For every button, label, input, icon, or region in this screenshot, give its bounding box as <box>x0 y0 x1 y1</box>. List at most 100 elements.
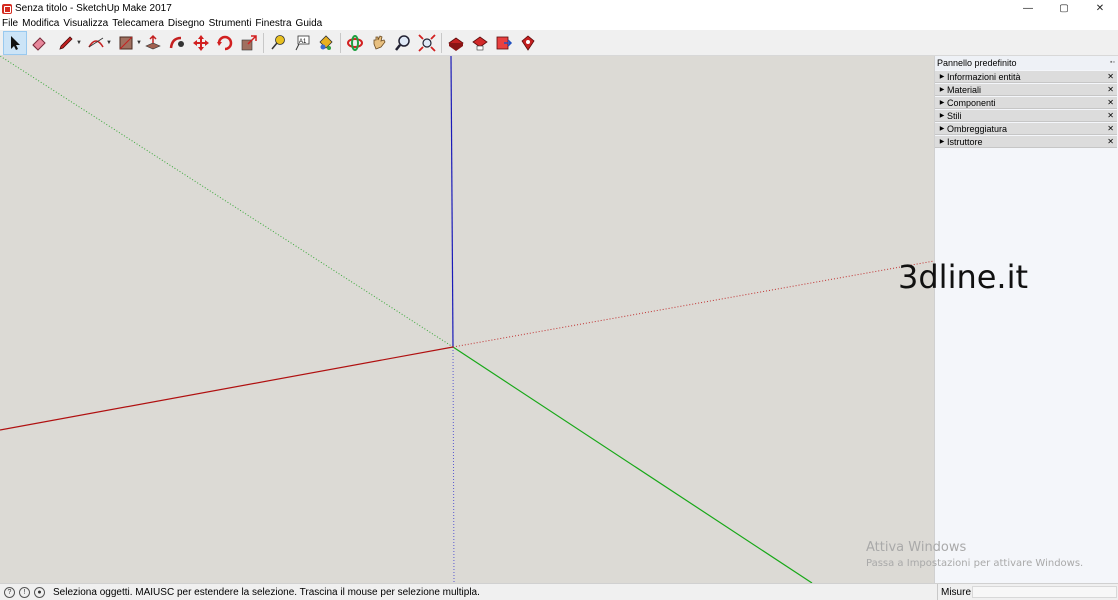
restore-button[interactable]: ▢ <box>1046 0 1082 17</box>
tray-item-instructor[interactable]: ▶ Istruttore ✕ <box>935 136 1117 148</box>
window-controls: — ▢ ✕ <box>1010 0 1118 17</box>
svg-text:A1: A1 <box>299 39 307 45</box>
extension-warehouse-icon <box>472 36 488 50</box>
user-icon[interactable]: ● <box>34 586 45 598</box>
shape-icon <box>119 36 133 49</box>
credits-icon[interactable]: ! <box>19 586 30 598</box>
3d-warehouse-button[interactable] <box>444 31 468 55</box>
tray-item-label: Materiali <box>947 84 982 95</box>
expand-arrow-icon: ▶ <box>939 139 945 145</box>
pin-icon[interactable]: ▪▫ <box>1110 56 1118 70</box>
toolbar-separator <box>441 32 442 53</box>
modeling-viewport[interactable] <box>0 56 934 583</box>
tray-item-label: Ombreggiatura <box>947 123 1008 134</box>
panel-title: Pannello predefinito <box>937 58 1017 68</box>
close-window-button[interactable]: ✕ <box>1082 0 1118 17</box>
zoom-extents-tool-button[interactable] <box>415 31 439 55</box>
menu-file[interactable]: File <box>2 17 18 30</box>
expand-arrow-icon: ▶ <box>939 87 945 93</box>
pan-icon <box>373 34 386 50</box>
pan-tool-button[interactable] <box>367 31 391 55</box>
close-icon[interactable]: ✕ <box>1107 123 1114 135</box>
tray-item-label: Componenti <box>947 97 996 108</box>
follow-me-tool-button[interactable] <box>165 31 189 55</box>
scale-tool-button[interactable] <box>237 31 261 55</box>
text-tool-button[interactable]: A1 <box>290 31 314 55</box>
paint-bucket-tool-button[interactable] <box>314 31 338 55</box>
sketchup-app-icon <box>2 3 12 14</box>
measurements-box: Misure <box>937 584 1118 600</box>
expand-arrow-icon: ▶ <box>939 74 945 80</box>
push-pull-tool-button[interactable] <box>141 31 165 55</box>
close-icon[interactable]: ✕ <box>1107 71 1114 83</box>
toolbar-separator <box>263 32 264 53</box>
select-tool-button[interactable] <box>3 30 27 55</box>
extension-warehouse-button[interactable] <box>468 31 492 55</box>
zoom-tool-button[interactable] <box>391 31 415 55</box>
close-icon[interactable]: ✕ <box>1107 97 1114 109</box>
default-tray-panel: Pannello predefinito ▪▫ ▶ Informazioni e… <box>934 56 1118 583</box>
menu-guida[interactable]: Guida <box>296 17 323 30</box>
brand-watermark: 3dline.it <box>898 258 1029 296</box>
shape-tool-button[interactable]: ▼ <box>111 31 142 55</box>
tray-item-materials[interactable]: ▶ Materiali ✕ <box>935 84 1117 96</box>
minimize-button[interactable]: — <box>1010 0 1046 17</box>
tray-item-entity-info[interactable]: ▶ Informazioni entità ✕ <box>935 71 1117 83</box>
select-icon <box>11 35 20 50</box>
paint-bucket-icon <box>319 34 333 50</box>
send-to-layout-button[interactable] <box>492 31 516 55</box>
zoom-icon <box>395 34 410 51</box>
activate-subtitle: Passa a Impostazioni per attivare Window… <box>866 558 1084 569</box>
eraser-tool-button[interactable] <box>27 31 51 55</box>
close-icon[interactable]: ✕ <box>1107 136 1114 148</box>
tape-measure-tool-button[interactable] <box>266 31 290 55</box>
window-title: Senza titolo - SketchUp Make 2017 <box>15 3 172 14</box>
move-tool-button[interactable] <box>189 31 213 55</box>
blue-axis-negative <box>452 346 455 583</box>
warehouse-icon <box>448 37 464 51</box>
measurements-input[interactable] <box>972 586 1117 598</box>
menu-modifica[interactable]: Modifica <box>22 17 59 30</box>
tray-item-label: Istruttore <box>947 136 983 147</box>
green-axis-negative <box>0 56 454 348</box>
expand-arrow-icon: ▶ <box>939 100 945 106</box>
activate-title: Attiva Windows <box>866 540 967 555</box>
blue-axis-positive <box>450 56 454 348</box>
text-icon: A1 <box>295 35 310 50</box>
status-message: Seleziona oggetti. MAIUSC per estendere … <box>53 586 480 598</box>
main-toolbar: ▼ ▼ ▼ A1 <box>0 30 1118 56</box>
menu-finestra[interactable]: Finestra <box>255 17 291 30</box>
tray-item-shadows[interactable]: ▶ Ombreggiatura ✕ <box>935 123 1117 135</box>
push-pull-icon <box>145 34 161 49</box>
tape-measure-icon <box>271 34 285 49</box>
orbit-icon <box>347 34 363 51</box>
menu-bar: File Modifica Visualizza Telecamera Dise… <box>0 17 1118 30</box>
expand-arrow-icon: ▶ <box>939 126 945 132</box>
follow-me-icon <box>169 36 184 48</box>
send-to-layout-icon <box>496 36 513 49</box>
panel-header: Pannello predefinito ▪▫ <box>935 56 1118 70</box>
extension-manager-button[interactable] <box>516 31 540 55</box>
zoom-extents-icon <box>418 33 436 52</box>
scale-icon <box>241 34 257 50</box>
close-icon[interactable]: ✕ <box>1107 110 1114 122</box>
geolocation-icon[interactable]: ? <box>4 586 15 598</box>
tray-item-label: Stili <box>947 110 962 121</box>
tray-item-components[interactable]: ▶ Componenti ✕ <box>935 97 1117 109</box>
close-icon[interactable]: ✕ <box>1107 84 1114 96</box>
pencil-icon <box>59 35 73 50</box>
rotate-icon <box>217 35 233 50</box>
measurements-label: Misure <box>941 586 972 598</box>
menu-strumenti[interactable]: Strumenti <box>209 17 252 30</box>
menu-telecamera[interactable]: Telecamera <box>112 17 164 30</box>
eraser-icon <box>32 36 46 51</box>
menu-disegno[interactable]: Disegno <box>168 17 205 30</box>
axes-drawing <box>0 56 934 583</box>
tray-item-styles[interactable]: ▶ Stili ✕ <box>935 110 1117 122</box>
orbit-tool-button[interactable] <box>343 31 367 55</box>
arc-tool-button[interactable]: ▼ <box>81 31 112 55</box>
rotate-tool-button[interactable] <box>213 31 237 55</box>
red-axis-positive <box>0 346 454 431</box>
pencil-tool-button[interactable]: ▼ <box>51 31 82 55</box>
menu-visualizza[interactable]: Visualizza <box>63 17 108 30</box>
